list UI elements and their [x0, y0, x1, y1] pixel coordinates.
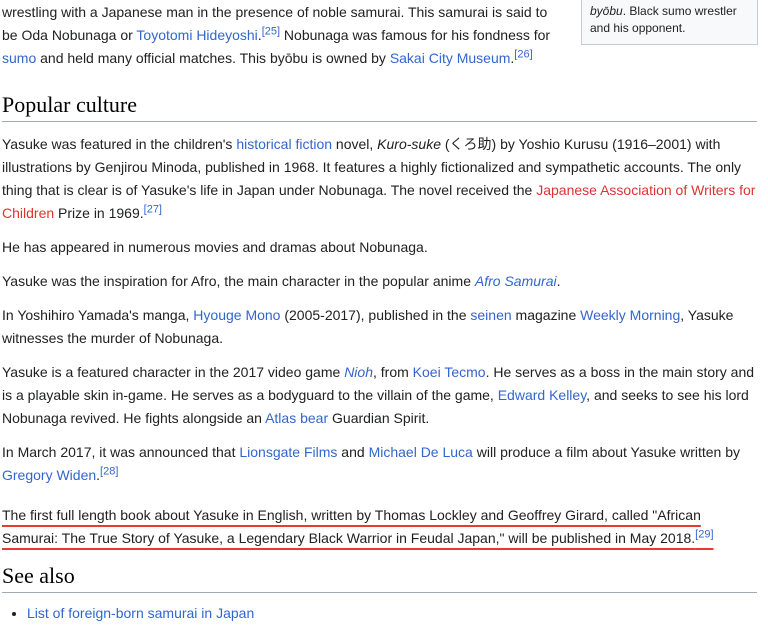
reference-link[interactable]: [29]: [695, 528, 713, 540]
text-run: and held many official matches. This byō…: [36, 50, 390, 66]
text-run: .: [556, 273, 561, 289]
text-run: Guardian Spirit.: [328, 410, 430, 426]
text-run: , from: [372, 364, 413, 380]
paragraph: In Yoshihiro Yamada's manga, Hyouge Mono…: [2, 304, 757, 350]
wiki-link[interactable]: sumo: [2, 50, 36, 66]
text-run: Prize in 1969.: [54, 205, 144, 221]
see-also-list: List of foreign-born samurai in Japan: [2, 602, 757, 625]
reference-marker: [28]: [100, 465, 118, 477]
reference-link[interactable]: [27]: [144, 203, 162, 215]
reference-link[interactable]: [25]: [262, 25, 280, 37]
text-run: Yasuke was the inspiration for Afro, the…: [2, 273, 475, 289]
text-run: Nobunaga was famous for his fondness for: [280, 27, 551, 43]
text-run: will produce a film about Yasuke written…: [472, 444, 741, 460]
wiki-link[interactable]: Afro Samurai: [475, 273, 557, 289]
wiki-link[interactable]: historical fiction: [236, 136, 332, 152]
wiki-link[interactable]: Edward Kelley: [498, 387, 586, 403]
wiki-link[interactable]: Weekly Morning: [580, 307, 680, 323]
wiki-link[interactable]: Koei Tecmo: [413, 364, 486, 380]
paragraph: Yasuke was the inspiration for Afro, the…: [2, 270, 757, 293]
reference-link[interactable]: [28]: [100, 465, 118, 477]
italic-text: byōbu: [590, 4, 623, 18]
reference-marker: [27]: [144, 203, 162, 215]
text-run: Yasuke is a featured character in the 20…: [2, 364, 345, 380]
paragraph: He has appeared in numerous movies and d…: [2, 236, 757, 259]
wiki-link[interactable]: Lionsgate Films: [239, 444, 337, 460]
text-run: and: [337, 444, 369, 460]
wiki-link[interactable]: Hyouge Mono: [193, 307, 280, 323]
wiki-link[interactable]: Atlas bear: [265, 410, 328, 426]
paragraph: Yasuke is a featured character in the 20…: [2, 361, 757, 430]
text-run: (2005-2017), published in the: [280, 307, 471, 323]
text-run: In March 2017, it was announced that: [2, 444, 240, 460]
italic-text: Kuro-suke: [377, 136, 441, 152]
popular-culture-heading: Popular culture: [2, 92, 757, 122]
lead-paragraph: wrestling with a Japanese man in the pre…: [2, 1, 561, 70]
wiki-link[interactable]: Toyotomi Hideyoshi: [136, 27, 257, 43]
reference-marker: [26]: [514, 48, 532, 60]
wiki-link[interactable]: Sakai City Museum: [390, 50, 511, 66]
wiki-link[interactable]: Gregory Widen: [2, 467, 96, 483]
wiki-link[interactable]: seinen: [470, 307, 511, 323]
text-run: In Yoshihiro Yamada's manga,: [2, 307, 194, 323]
see-also-heading: See also: [2, 563, 757, 593]
annotated-paragraph: The first full length book about Yasuke …: [2, 504, 757, 550]
reference-marker: [25]: [262, 25, 280, 37]
text-run: magazine: [511, 307, 581, 323]
reference-marker: [29]: [695, 528, 713, 540]
text-run: The first full length book about Yasuke …: [2, 507, 701, 546]
text-run: He has appeared in numerous movies and d…: [2, 239, 428, 255]
paragraph: In March 2017, it was announced that Lio…: [2, 441, 757, 487]
reference-link[interactable]: [26]: [514, 48, 532, 60]
list-item: List of foreign-born samurai in Japan: [27, 602, 757, 625]
text-run: Yasuke was featured in the children's: [2, 136, 237, 152]
article-page: byōbu. Black sumo wrestler and his oppon…: [0, 0, 768, 625]
wiki-link[interactable]: Nioh: [344, 364, 373, 380]
see-also-link[interactable]: List of foreign-born samurai in Japan: [27, 605, 254, 621]
text-run: novel,: [332, 136, 378, 152]
image-caption: byōbu. Black sumo wrestler and his oppon…: [581, 0, 758, 45]
wiki-link[interactable]: Michael De Luca: [369, 444, 473, 460]
paragraph: Yasuke was featured in the children's hi…: [2, 133, 757, 225]
